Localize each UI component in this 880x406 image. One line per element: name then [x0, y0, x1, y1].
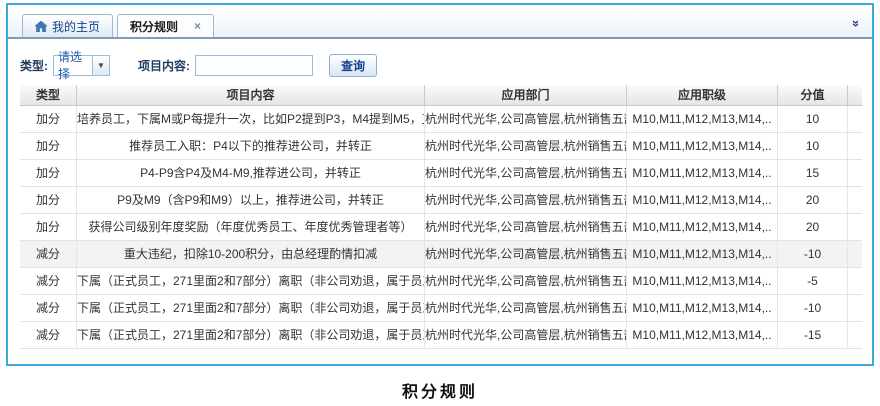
cell-dept: 杭州时代光华,公司高管层,杭州销售五部,.. — [425, 241, 627, 267]
table-row[interactable]: 减分重大违纪，扣除10-200积分，由总经理酌情扣减杭州时代光华,公司高管层,杭… — [20, 241, 862, 268]
cell-score: -10 — [778, 295, 848, 321]
close-icon[interactable]: × — [194, 21, 201, 31]
cell-filler — [848, 214, 862, 240]
table-header: 类型 项目内容 应用部门 应用职级 分值 — [20, 85, 862, 106]
cell-level: M10,M11,M12,M13,M14,.. — [627, 133, 778, 159]
cell-filler — [848, 106, 862, 132]
header-content[interactable]: 项目内容 — [77, 85, 425, 105]
cell-filler — [848, 187, 862, 213]
cell-score: 20 — [778, 187, 848, 213]
home-icon — [35, 21, 47, 32]
cell-filler — [848, 160, 862, 186]
cell-dept: 杭州时代光华,公司高管层,杭州销售五部,.. — [425, 187, 627, 213]
cell-dept: 杭州时代光华,公司高管层,杭州销售五部,.. — [425, 214, 627, 240]
cell-score: 10 — [778, 106, 848, 132]
table-row[interactable]: 加分获得公司级别年度奖励（年度优秀员工、年度优秀管理者等）杭州时代光华,公司高管… — [20, 214, 862, 241]
cell-type: 减分 — [20, 295, 77, 321]
cell-filler — [848, 133, 862, 159]
cell-type: 加分 — [20, 160, 77, 186]
cell-dept: 杭州时代光华,公司高管层,杭州销售五部,.. — [425, 268, 627, 294]
cell-type: 加分 — [20, 187, 77, 213]
content-frame: 我的主页 积分规则 × » 类型: 请选择 ▼ 项目内容: 查询 类型 项目内容… — [6, 3, 874, 366]
cell-score: 15 — [778, 160, 848, 186]
cell-dept: 杭州时代光华,公司高管层,杭州销售五部,.. — [425, 160, 627, 186]
cell-dept: 杭州时代光华,公司高管层,杭州销售五部,.. — [425, 106, 627, 132]
table-row[interactable]: 加分推荐员工入职：P4以下的推荐进公司，并转正杭州时代光华,公司高管层,杭州销售… — [20, 133, 862, 160]
header-score[interactable]: 分值 — [778, 85, 848, 105]
cell-content: 推荐员工入职：P4以下的推荐进公司，并转正 — [77, 133, 425, 159]
table-body: 加分培养员工，下属M或P每提升一次，比如P2提到P3，M4提到M5，直接上司加1… — [20, 106, 862, 349]
cell-score: 20 — [778, 214, 848, 240]
cell-content: 下属（正式员工，271里面2和7部分）离职（非公司劝退，属于员工主动离 — [77, 268, 425, 294]
table-row[interactable]: 加分P4-P9含P4及M4-M9,推荐进公司，并转正杭州时代光华,公司高管层,杭… — [20, 160, 862, 187]
cell-level: M10,M11,M12,M13,M14,.. — [627, 295, 778, 321]
chevron-down-icon[interactable]: ▼ — [92, 56, 109, 75]
cell-content: 下属（正式员工，271里面2和7部分）离职（非公司劝退，属于员工主动离 — [77, 322, 425, 348]
table-row[interactable]: 减分下属（正式员工，271里面2和7部分）离职（非公司劝退，属于员工主动离杭州时… — [20, 268, 862, 295]
content-label: 项目内容: — [138, 57, 190, 74]
content-input[interactable] — [195, 55, 313, 76]
cell-score: -5 — [778, 268, 848, 294]
cell-type: 加分 — [20, 106, 77, 132]
cell-score: -15 — [778, 322, 848, 348]
cell-level: M10,M11,M12,M13,M14,.. — [627, 106, 778, 132]
filter-bar: 类型: 请选择 ▼ 项目内容: 查询 — [20, 49, 377, 81]
cell-type: 加分 — [20, 133, 77, 159]
tab-my-homepage[interactable]: 我的主页 — [22, 14, 113, 37]
cell-content: 下属（正式员工，271里面2和7部分）离职（非公司劝退，属于员工主动离 — [77, 295, 425, 321]
header-level[interactable]: 应用职级 — [627, 85, 778, 105]
cell-content: 培养员工，下属M或P每提升一次，比如P2提到P3，M4提到M5，直接上司加10 — [77, 106, 425, 132]
cell-filler — [848, 322, 862, 348]
rules-table: 类型 项目内容 应用部门 应用职级 分值 加分培养员工，下属M或P每提升一次，比… — [20, 85, 862, 349]
cell-dept: 杭州时代光华,公司高管层,杭州销售五部,.. — [425, 295, 627, 321]
cell-level: M10,M11,M12,M13,M14,.. — [627, 160, 778, 186]
cell-score: -10 — [778, 241, 848, 267]
table-row[interactable]: 加分P9及M9（含P9和M9）以上，推荐进公司，并转正杭州时代光华,公司高管层,… — [20, 187, 862, 214]
cell-level: M10,M11,M12,M13,M14,.. — [627, 241, 778, 267]
table-row[interactable]: 减分下属（正式员工，271里面2和7部分）离职（非公司劝退，属于员工主动离杭州时… — [20, 322, 862, 349]
cell-content: 重大违纪，扣除10-200积分，由总经理酌情扣减 — [77, 241, 425, 267]
cell-type: 减分 — [20, 322, 77, 348]
cell-type: 加分 — [20, 214, 77, 240]
cell-filler — [848, 241, 862, 267]
tab-points-rules[interactable]: 积分规则 × — [117, 14, 214, 37]
cell-content: 获得公司级别年度奖励（年度优秀员工、年度优秀管理者等） — [77, 214, 425, 240]
cell-type: 减分 — [20, 241, 77, 267]
tab-label: 积分规则 — [130, 18, 178, 35]
search-button[interactable]: 查询 — [329, 54, 377, 77]
collapse-double-chevron-icon[interactable]: » — [848, 15, 866, 33]
cell-level: M10,M11,M12,M13,M14,.. — [627, 322, 778, 348]
cell-filler — [848, 268, 862, 294]
type-select[interactable]: 请选择 ▼ — [53, 55, 110, 76]
table-row[interactable]: 减分下属（正式员工，271里面2和7部分）离职（非公司劝退，属于员工主动离杭州时… — [20, 295, 862, 322]
header-type[interactable]: 类型 — [20, 85, 77, 105]
cell-level: M10,M11,M12,M13,M14,.. — [627, 214, 778, 240]
type-select-value: 请选择 — [54, 48, 92, 82]
table-row[interactable]: 加分培养员工，下属M或P每提升一次，比如P2提到P3，M4提到M5，直接上司加1… — [20, 106, 862, 133]
cell-type: 减分 — [20, 268, 77, 294]
cell-level: M10,M11,M12,M13,M14,.. — [627, 268, 778, 294]
cell-content: P9及M9（含P9和M9）以上，推荐进公司，并转正 — [77, 187, 425, 213]
cell-dept: 杭州时代光华,公司高管层,杭州销售五部,.. — [425, 133, 627, 159]
tab-label: 我的主页 — [52, 18, 100, 35]
header-filler — [848, 85, 862, 105]
page-title: 积分规则 — [0, 378, 880, 402]
cell-dept: 杭州时代光华,公司高管层,杭州销售五部,.. — [425, 322, 627, 348]
cell-level: M10,M11,M12,M13,M14,.. — [627, 187, 778, 213]
type-label: 类型: — [20, 57, 48, 74]
cell-score: 10 — [778, 133, 848, 159]
cell-content: P4-P9含P4及M4-M9,推荐进公司，并转正 — [77, 160, 425, 186]
cell-filler — [848, 295, 862, 321]
header-dept[interactable]: 应用部门 — [425, 85, 627, 105]
tab-bar: 我的主页 积分规则 × » — [8, 13, 872, 39]
